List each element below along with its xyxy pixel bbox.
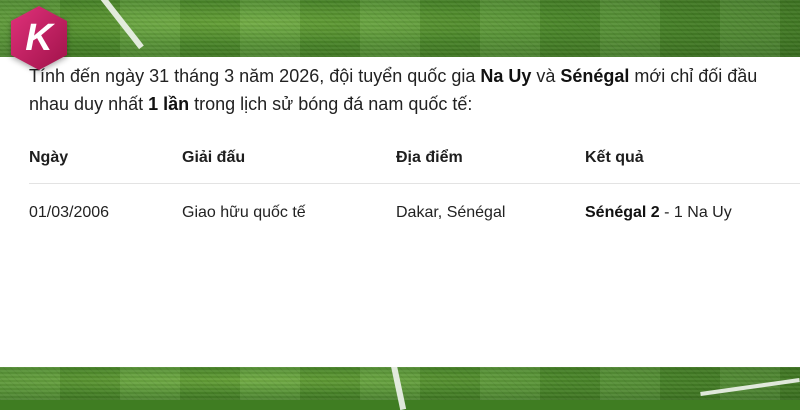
header-result: Kết quả xyxy=(585,149,644,166)
team-a-name: Na Uy xyxy=(480,66,532,86)
intro-text: trong lịch sử bóng đá nam quốc tế: xyxy=(189,94,473,114)
header-date: Ngày xyxy=(29,149,69,166)
match-count: 1 lần xyxy=(148,94,190,114)
table-row: 01/03/2006 Giao hữu quốc tế Dakar, Sénég… xyxy=(0,202,800,238)
header-competition: Giải đấu xyxy=(182,149,246,166)
result-winner-score: Sénégal 2 xyxy=(585,204,660,221)
header-venue: Địa điểm xyxy=(396,149,463,166)
grass-banner-top xyxy=(0,0,800,57)
cell-result: Sénégal 2 - 1 Na Uy xyxy=(585,202,732,224)
logo-letter: K xyxy=(25,17,55,59)
cell-venue: Dakar, Sénégal xyxy=(396,204,506,221)
site-logo-icon[interactable]: K xyxy=(7,4,71,72)
table-header-row: Ngày Giải đấu Địa điểm Kết quả xyxy=(0,149,800,184)
result-rest: - 1 Na Uy xyxy=(659,204,732,221)
intro-text: mới chỉ đối đầu xyxy=(629,66,758,86)
cell-competition: Giao hữu quốc tế xyxy=(182,204,306,221)
intro-text: và xyxy=(531,66,561,86)
table-divider xyxy=(29,183,800,184)
grass-texture xyxy=(0,0,800,57)
cell-date: 01/03/2006 xyxy=(29,204,110,221)
intro-line-2: nhau duy nhất 1 lần trong lịch sử bóng đ… xyxy=(29,90,800,118)
intro-text: nhau duy nhất xyxy=(29,94,149,114)
head-to-head-table: Ngày Giải đấu Địa điểm Kết quả xyxy=(0,149,800,184)
content-card: Tính đến ngày 31 tháng 3 năm 2026, đội t… xyxy=(0,57,800,367)
team-b-name: Sénégal xyxy=(560,66,630,86)
intro-line-1: Tính đến ngày 31 tháng 3 năm 2026, đội t… xyxy=(29,62,800,90)
intro-text: Tính đến ngày 31 tháng 3 năm 2026, đội t… xyxy=(29,66,481,86)
intro-paragraph: Tính đến ngày 31 tháng 3 năm 2026, đội t… xyxy=(29,62,800,118)
